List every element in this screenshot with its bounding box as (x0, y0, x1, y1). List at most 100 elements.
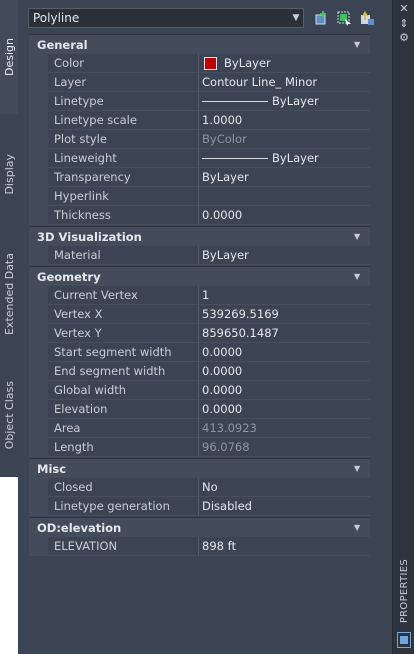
property-row-vertex-x[interactable]: Vertex X 539269.5169 (29, 305, 370, 324)
tab-display[interactable]: Display (0, 114, 19, 234)
property-row-global-width[interactable]: Global width 0.0000 (29, 381, 370, 400)
property-value[interactable]: 539269.5169 (199, 305, 370, 324)
property-grid: General ▼ Color ByLayer Layer Contour Li… (29, 34, 370, 556)
property-label: Elevation (48, 400, 199, 419)
property-value[interactable]: ByLayer (199, 54, 370, 73)
section-od-elevation-title: OD:elevation (37, 520, 122, 535)
property-value[interactable]: 0.0000 (199, 343, 370, 362)
quick-select-icon (361, 11, 374, 25)
row-gutter (29, 168, 48, 187)
section-misc-title: Misc (37, 461, 67, 476)
tab-extended-data[interactable]: Extended Data (0, 234, 19, 354)
property-row-transparency[interactable]: Transparency ByLayer (29, 168, 370, 187)
property-row-end-segment-width[interactable]: End segment width 0.0000 (29, 362, 370, 381)
property-value[interactable]: 0.0000 (199, 381, 370, 400)
property-row-closed[interactable]: Closed No (29, 478, 370, 497)
collapse-chevron-icon[interactable]: ▼ (354, 523, 370, 532)
property-label: Lineweight (48, 149, 199, 168)
tab-object-class-label: Object Class (2, 381, 16, 450)
close-icon[interactable]: ✕ (393, 2, 414, 15)
property-value[interactable]: ByLayer (199, 149, 370, 168)
row-gutter (29, 497, 48, 516)
property-row-hyperlink[interactable]: Hyperlink (29, 187, 370, 206)
property-value[interactable]: No (199, 478, 370, 497)
collapse-chevron-icon[interactable]: ▼ (354, 464, 370, 473)
object-type-dropdown[interactable]: Polyline ▼ (28, 8, 304, 28)
property-row-linetype-scale[interactable]: Linetype scale 1.0000 (29, 111, 370, 130)
property-value: 96.0768 (199, 438, 370, 457)
property-label: Transparency (48, 168, 199, 187)
property-row-length[interactable]: Length 96.0768 (29, 438, 370, 457)
property-row-linetype-generation[interactable]: Linetype generation Disabled (29, 497, 370, 516)
row-gutter (29, 537, 48, 556)
property-value: 413.0923 (199, 419, 370, 438)
property-label: Vertex X (48, 305, 199, 324)
row-gutter (29, 324, 48, 343)
section-general-header[interactable]: General ▼ (29, 34, 370, 54)
tab-design[interactable]: Design (0, 0, 19, 114)
property-row-lineweight[interactable]: Lineweight ByLayer (29, 149, 370, 168)
property-value[interactable]: ByLayer (199, 92, 370, 111)
property-row-area[interactable]: Area 413.0923 (29, 419, 370, 438)
object-type-value: Polyline (33, 11, 80, 25)
property-value[interactable]: 0.0000 (199, 206, 370, 225)
property-value[interactable]: 0.0000 (199, 362, 370, 381)
section-3d-visualization-header[interactable]: 3D Visualization ▼ (29, 226, 370, 246)
collapse-chevron-icon[interactable]: ▼ (354, 272, 370, 281)
pin-icon[interactable]: ⇕ (393, 17, 414, 30)
row-gutter (29, 343, 48, 362)
property-value[interactable]: ByLayer (199, 168, 370, 187)
property-label: ELEVATION (48, 537, 199, 556)
property-value[interactable]: Disabled (199, 497, 370, 516)
property-value[interactable]: 1 (199, 286, 370, 305)
row-gutter (29, 419, 48, 438)
property-row-od-elevation[interactable]: ELEVATION 898 ft (29, 537, 370, 556)
palette-title-text: PROPERTIES (398, 558, 410, 624)
toggle-pickadd-icon (315, 11, 326, 25)
property-row-layer[interactable]: Layer Contour Line_ Minor (29, 73, 370, 92)
palette-title-bar[interactable]: ✕ ⇕ ⚙ PROPERTIES (392, 0, 414, 654)
color-swatch (204, 56, 217, 70)
row-gutter (29, 438, 48, 457)
property-row-thickness[interactable]: Thickness 0.0000 (29, 206, 370, 225)
property-row-vertex-y[interactable]: Vertex Y 859650.1487 (29, 324, 370, 343)
section-od-elevation-header[interactable]: OD:elevation ▼ (29, 517, 370, 537)
property-row-start-segment-width[interactable]: Start segment width 0.0000 (29, 343, 370, 362)
property-row-plot-style[interactable]: Plot style ByColor (29, 130, 370, 149)
property-row-elevation[interactable]: Elevation 0.0000 (29, 400, 370, 419)
section-misc-header[interactable]: Misc ▼ (29, 458, 370, 478)
property-label: Hyperlink (48, 187, 199, 206)
toggle-pickadd-button[interactable] (311, 8, 331, 28)
property-value[interactable]: Contour Line_ Minor (199, 73, 370, 92)
property-value[interactable] (199, 187, 370, 206)
property-value[interactable]: ByLayer (199, 246, 370, 265)
property-value[interactable]: 898 ft (199, 537, 370, 556)
property-value[interactable]: 0.0000 (199, 400, 370, 419)
collapse-chevron-icon[interactable]: ▼ (354, 232, 370, 241)
property-label: Layer (48, 73, 199, 92)
row-gutter (29, 305, 48, 324)
section-3d-visualization-title: 3D Visualization (37, 229, 142, 244)
quick-select-button[interactable] (357, 8, 377, 28)
row-gutter (29, 246, 48, 265)
property-label: Linetype scale (48, 111, 199, 130)
select-objects-button[interactable] (334, 8, 354, 28)
property-value[interactable]: 1.0000 (199, 111, 370, 130)
properties-palette-icon[interactable] (397, 632, 411, 648)
property-row-current-vertex[interactable]: Current Vertex 1 (29, 286, 370, 305)
property-row-material[interactable]: Material ByLayer (29, 246, 370, 265)
lineweight-value: ByLayer (272, 151, 319, 165)
property-label: Area (48, 419, 199, 438)
linetype-value: ByLayer (272, 94, 319, 108)
section-general-title: General (37, 37, 88, 52)
tab-object-class[interactable]: Object Class (0, 354, 19, 477)
property-label: Linetype generation (48, 497, 199, 516)
property-row-linetype[interactable]: Linetype ByLayer (29, 92, 370, 111)
collapse-chevron-icon[interactable]: ▼ (354, 40, 370, 49)
settings-icon[interactable]: ⚙ (393, 31, 414, 44)
property-value[interactable]: 859650.1487 (199, 324, 370, 343)
row-gutter (29, 206, 48, 225)
property-row-color[interactable]: Color ByLayer (29, 54, 370, 73)
property-label: Thickness (48, 206, 199, 225)
section-geometry-header[interactable]: Geometry ▼ (29, 266, 370, 286)
